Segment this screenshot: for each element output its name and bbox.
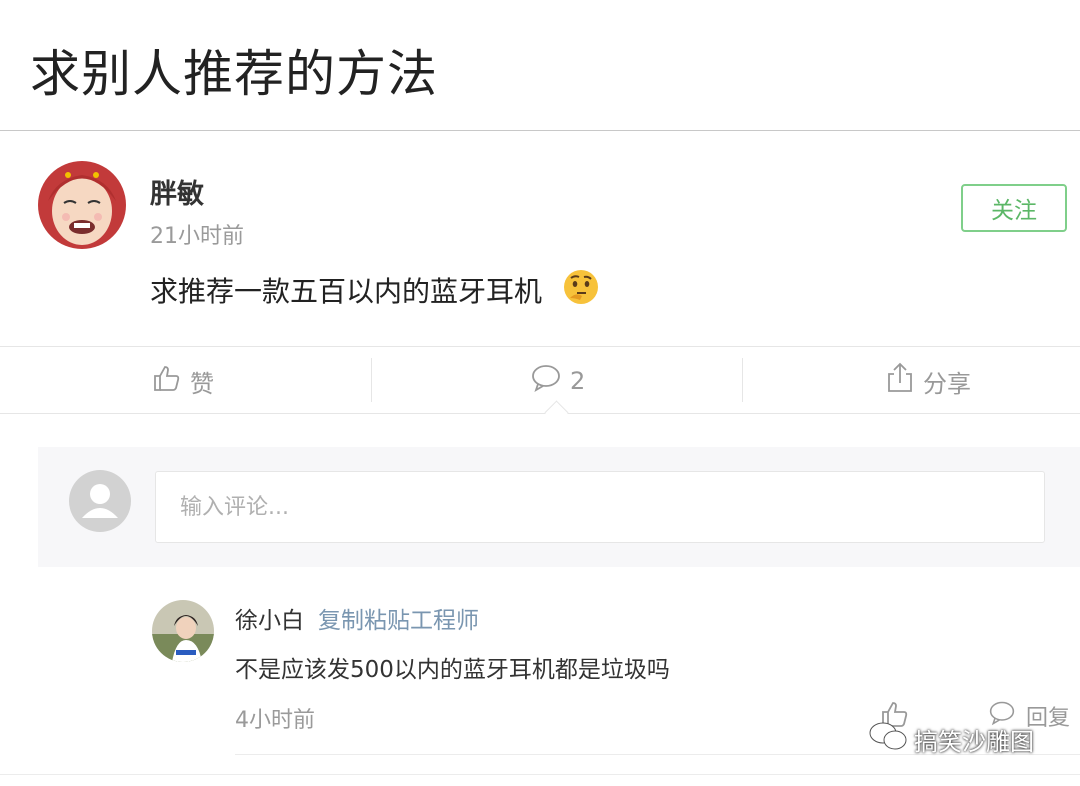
like-label: 赞	[190, 369, 214, 398]
share-button[interactable]: 分享	[885, 360, 971, 402]
thumbs-up-icon	[152, 363, 190, 399]
thinking-face-icon	[562, 268, 600, 306]
watermark: 搞笑沙雕图	[868, 720, 1034, 758]
reply-content: 不是应该发500以内的蓝牙耳机都是垃圾吗	[235, 657, 670, 683]
reply-author-title: 复制粘贴工程师	[318, 608, 479, 634]
comment-bubble-icon	[530, 363, 570, 399]
divider	[371, 358, 372, 402]
post-content: 求推荐一款五百以内的蓝牙耳机	[150, 275, 543, 308]
page-title: 求别人推荐的方法	[30, 45, 438, 103]
comment-pointer	[544, 400, 569, 425]
author-avatar[interactable]	[38, 161, 126, 249]
like-button[interactable]: 赞	[152, 360, 214, 402]
wechat-icon	[868, 720, 914, 758]
author-name[interactable]: 胖敏	[150, 172, 204, 211]
reply-author-avatar[interactable]	[152, 600, 214, 662]
divider	[0, 413, 1080, 414]
comment-button[interactable]: 2	[530, 360, 585, 402]
divider	[0, 346, 1080, 347]
watermark-text: 搞笑沙雕图	[914, 727, 1034, 756]
reply-timestamp: 4小时前	[235, 708, 315, 733]
divider	[0, 130, 1080, 131]
follow-button[interactable]: 关注	[961, 184, 1067, 232]
comment-count: 2	[570, 367, 586, 395]
post-timestamp: 21小时前	[150, 224, 244, 249]
share-icon	[885, 362, 923, 400]
reply-author-name[interactable]: 徐小白	[235, 601, 304, 635]
comment-input[interactable]	[155, 471, 1045, 543]
divider	[0, 774, 1080, 775]
share-label: 分享	[923, 369, 971, 398]
user-avatar-placeholder	[69, 470, 131, 532]
divider	[742, 358, 743, 402]
